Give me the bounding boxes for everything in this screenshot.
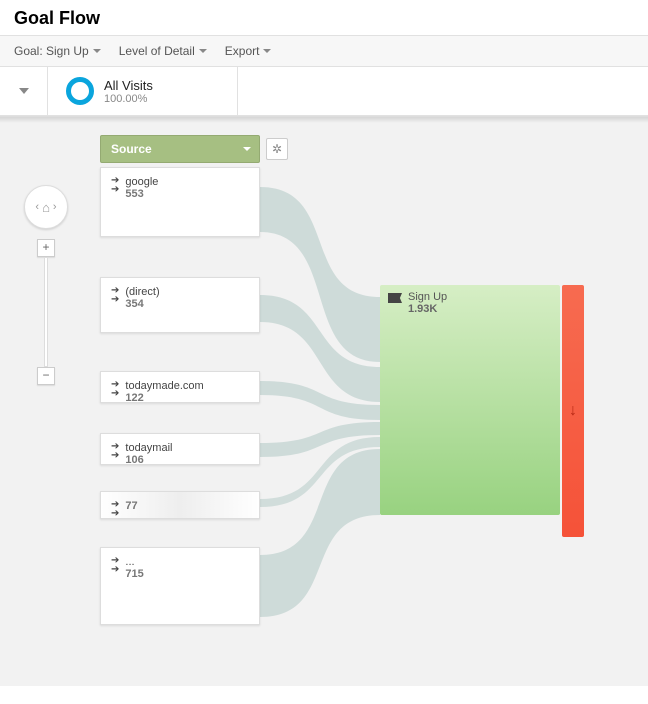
source-node-direct[interactable]: ➔➔ (direct) 354 xyxy=(100,277,260,333)
dropoff-bar[interactable]: ↓ xyxy=(562,285,584,537)
arrow-down-icon: ↓ xyxy=(569,402,577,420)
segment-percent: 100.00% xyxy=(104,93,153,105)
node-value: 106 xyxy=(111,454,249,466)
node-value: 354 xyxy=(111,298,249,310)
chevron-down-icon xyxy=(243,147,251,151)
chevron-left-icon: ‹ xyxy=(35,201,39,213)
gear-icon: ✲ xyxy=(272,142,282,156)
zoom-out-button[interactable]: − xyxy=(37,367,55,385)
source-node-todaymade[interactable]: ➔➔ todaymade.com 122 xyxy=(100,371,260,403)
settings-button[interactable]: ✲ xyxy=(266,138,288,160)
node-value: 122 xyxy=(111,392,249,404)
zoom-track[interactable] xyxy=(44,257,48,367)
segment-bar: All Visits 100.00% xyxy=(0,67,648,116)
arrow-right-icon: ➔➔ xyxy=(111,442,119,460)
segment-name: All Visits xyxy=(104,78,153,93)
toolbar: Goal: Sign Up Level of Detail Export xyxy=(0,35,648,67)
segment-text: All Visits 100.00% xyxy=(104,78,153,105)
pan-home-control[interactable]: ‹ ⌂ › xyxy=(24,185,68,229)
dimension-selector[interactable]: Source xyxy=(100,135,260,163)
arrow-right-icon: ➔➔ xyxy=(111,286,119,304)
arrow-right-icon: ➔➔ xyxy=(111,500,119,518)
export-menu[interactable]: Export xyxy=(225,44,272,58)
page-title: Goal Flow xyxy=(0,0,648,35)
arrow-right-icon: ➔➔ xyxy=(111,176,119,194)
chevron-right-icon: › xyxy=(53,201,57,213)
segment-toggle[interactable] xyxy=(0,67,48,115)
goal-selector-label: Goal: Sign Up xyxy=(14,44,89,58)
source-node-google[interactable]: ➔➔ google 553 xyxy=(100,167,260,237)
node-name: google xyxy=(111,176,249,188)
chevron-down-icon xyxy=(19,88,29,94)
node-value: 715 xyxy=(111,568,249,580)
detail-selector-label: Level of Detail xyxy=(119,44,195,58)
node-name: todaymade.com xyxy=(111,380,249,392)
arrow-right-icon: ➔➔ xyxy=(111,380,119,398)
segment-all-visits[interactable]: All Visits 100.00% xyxy=(48,67,238,115)
node-name: todaymail xyxy=(111,442,249,454)
goal-step-node[interactable]: Sign Up 1.93K xyxy=(380,285,560,515)
donut-icon xyxy=(66,77,94,105)
home-icon: ⌂ xyxy=(42,200,50,215)
zoom-control: + − xyxy=(39,239,53,385)
node-value: 77 xyxy=(111,500,249,512)
source-node-todaymail[interactable]: ➔➔ todaymail 106 xyxy=(100,433,260,465)
node-name: (direct) xyxy=(111,286,249,298)
flow-canvas[interactable]: Source ✲ ‹ ⌂ › + − ➔➔ google 553 ➔➔ (dir… xyxy=(0,116,648,686)
chevron-down-icon xyxy=(263,49,271,53)
source-node-redacted[interactable]: ➔➔ 77 xyxy=(100,491,260,519)
export-menu-label: Export xyxy=(225,44,260,58)
goal-selector[interactable]: Goal: Sign Up xyxy=(14,44,101,58)
detail-selector[interactable]: Level of Detail xyxy=(119,44,207,58)
dimension-selector-label: Source xyxy=(111,142,152,156)
chevron-down-icon xyxy=(93,49,101,53)
arrow-right-icon: ➔➔ xyxy=(111,556,119,574)
node-value: 553 xyxy=(111,188,249,200)
flag-icon xyxy=(388,293,402,303)
chevron-down-icon xyxy=(199,49,207,53)
node-name: ... xyxy=(111,556,249,568)
goal-name: Sign Up xyxy=(408,291,447,303)
source-node-other[interactable]: ➔➔ ... 715 xyxy=(100,547,260,625)
goal-value: 1.93K xyxy=(408,303,447,315)
zoom-in-button[interactable]: + xyxy=(37,239,55,257)
